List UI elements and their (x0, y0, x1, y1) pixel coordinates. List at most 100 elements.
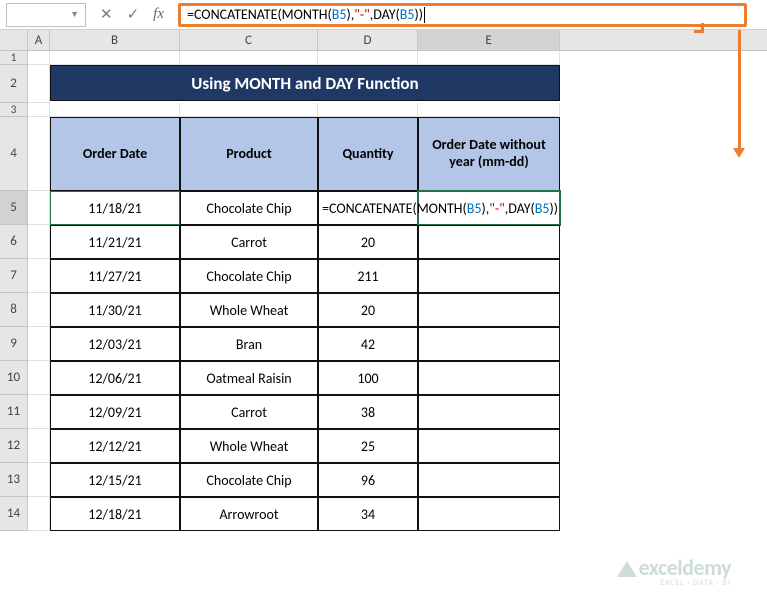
cell[interactable] (418, 225, 560, 259)
row-header[interactable]: 7 (0, 259, 28, 293)
cell[interactable] (28, 51, 50, 65)
row-6: 6 11/21/21 Carrot 20 (0, 225, 767, 259)
cell[interactable] (28, 65, 50, 103)
cell[interactable]: Bran (180, 327, 318, 361)
cell-D5[interactable]: =CONCATENATE(MONTH(B5),"-",DAY(B5)) (318, 191, 418, 225)
row-header[interactable]: 13 (0, 463, 28, 497)
name-box[interactable]: ▼ (6, 3, 86, 27)
cell[interactable]: Carrot (180, 225, 318, 259)
formula-token: B5 (400, 6, 415, 23)
fx-icon[interactable]: fx (153, 6, 164, 23)
cell[interactable] (28, 117, 50, 191)
cell[interactable] (28, 225, 50, 259)
cell[interactable]: Chocolate Chip (180, 463, 318, 497)
col-header-D[interactable]: D (318, 30, 418, 50)
cell[interactable] (28, 395, 50, 429)
cell[interactable]: 96 (318, 463, 418, 497)
cell[interactable] (318, 51, 418, 65)
row-header[interactable]: 10 (0, 361, 28, 395)
cell[interactable]: 38 (318, 395, 418, 429)
cell[interactable] (418, 395, 560, 429)
cell[interactable] (418, 497, 560, 531)
cell[interactable] (50, 51, 180, 65)
cell[interactable] (418, 103, 560, 117)
cell[interactable]: 12/09/21 (50, 395, 180, 429)
header-order-date[interactable]: Order Date (50, 117, 180, 191)
formula-token: =CONCATENATE(MONTH( (187, 6, 332, 23)
header-quantity[interactable]: Quantity (318, 117, 418, 191)
cell[interactable] (28, 327, 50, 361)
row-header[interactable]: 2 (0, 65, 28, 103)
cell[interactable]: 12/12/21 (50, 429, 180, 463)
cell[interactable]: 20 (318, 293, 418, 327)
cell[interactable]: Oatmeal Raisin (180, 361, 318, 395)
formula-input[interactable]: =CONCATENATE(MONTH(B5),"-",DAY(B5)) (178, 3, 747, 27)
cell[interactable] (418, 259, 560, 293)
row-header[interactable]: 1 (0, 51, 28, 65)
enter-icon[interactable]: ✓ (127, 5, 140, 24)
cell[interactable]: 34 (318, 497, 418, 531)
col-header-C[interactable]: C (180, 30, 318, 50)
header-product[interactable]: Product (180, 117, 318, 191)
row-header[interactable]: 9 (0, 327, 28, 361)
row-header[interactable]: 3 (0, 103, 28, 117)
callout-arrow (736, 30, 742, 158)
cell[interactable]: Carrot (180, 395, 318, 429)
cell-B5[interactable]: 11/18/21 (50, 191, 180, 225)
cancel-icon[interactable]: ✕ (100, 5, 113, 24)
cell[interactable]: 12/03/21 (50, 327, 180, 361)
cell[interactable] (28, 429, 50, 463)
cell[interactable] (28, 103, 50, 117)
select-all-corner[interactable] (0, 30, 28, 50)
cell[interactable] (318, 103, 418, 117)
cell[interactable]: Whole Wheat (180, 429, 318, 463)
row-header[interactable]: 12 (0, 429, 28, 463)
cell[interactable] (418, 293, 560, 327)
col-header-B[interactable]: B (50, 30, 180, 50)
cell[interactable]: 25 (318, 429, 418, 463)
col-header-E[interactable]: E (418, 30, 560, 50)
row-header[interactable]: 4 (0, 117, 28, 191)
merged-title-cell[interactable]: Using MONTH and DAY Function (50, 65, 560, 101)
cell[interactable]: 11/27/21 (50, 259, 180, 293)
cell[interactable] (28, 293, 50, 327)
cell[interactable] (28, 361, 50, 395)
row-header[interactable]: 6 (0, 225, 28, 259)
cell[interactable] (28, 463, 50, 497)
cell[interactable]: Chocolate Chip (180, 259, 318, 293)
cell[interactable] (418, 463, 560, 497)
cell[interactable] (418, 51, 560, 65)
cell[interactable]: 12/18/21 (50, 497, 180, 531)
cell[interactable]: 100 (318, 361, 418, 395)
cell[interactable] (418, 327, 560, 361)
cell[interactable] (50, 103, 180, 117)
col-header-A[interactable]: A (28, 30, 50, 50)
cell[interactable]: 12/15/21 (50, 463, 180, 497)
cell[interactable] (28, 191, 50, 225)
formula-token: ), (346, 6, 354, 23)
row-13: 13 12/15/21 Chocolate Chip 96 (0, 463, 767, 497)
cell[interactable]: 11/30/21 (50, 293, 180, 327)
cell[interactable] (180, 51, 318, 65)
text-cursor (424, 7, 425, 23)
cell[interactable] (28, 497, 50, 531)
cell[interactable]: 20 (318, 225, 418, 259)
cell[interactable]: 11/21/21 (50, 225, 180, 259)
cell[interactable]: Whole Wheat (180, 293, 318, 327)
row-header[interactable]: 8 (0, 293, 28, 327)
header-result[interactable]: Order Date without year (mm-dd) (418, 117, 560, 191)
cell[interactable] (418, 429, 560, 463)
cell[interactable] (180, 103, 318, 117)
cell[interactable]: 211 (318, 259, 418, 293)
cell[interactable]: 42 (318, 327, 418, 361)
cell[interactable] (28, 259, 50, 293)
row-header[interactable]: 5 (0, 191, 28, 225)
cell[interactable] (418, 361, 560, 395)
chevron-down-icon[interactable]: ▼ (70, 9, 79, 20)
cell[interactable]: 12/06/21 (50, 361, 180, 395)
cell-C5[interactable]: Chocolate Chip (180, 191, 318, 225)
row-header[interactable]: 14 (0, 497, 28, 531)
row-header[interactable]: 11 (0, 395, 28, 429)
row-12: 12 12/12/21 Whole Wheat 25 (0, 429, 767, 463)
cell[interactable]: Arrowroot (180, 497, 318, 531)
